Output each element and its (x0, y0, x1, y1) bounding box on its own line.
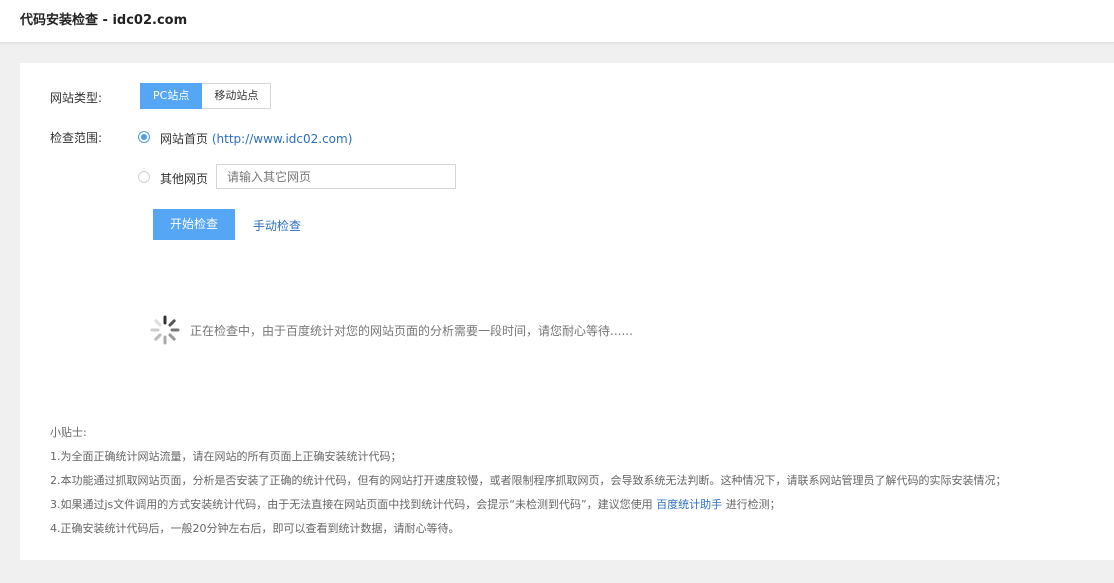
home-page-label: 网站首页 (160, 132, 209, 146)
tip-3: 3.如果通过js文件调用的方式安装统计代码，由于无法直接在网站页面中找到统计代码… (50, 496, 781, 512)
tips-title: 小贴士: (50, 426, 87, 439)
pc-site-button[interactable]: PC站点 (140, 83, 203, 109)
home-page-radio[interactable] (138, 131, 150, 143)
home-page-url: (http://www.idc02.com) (211, 132, 353, 146)
top-bar: 代码安装检查 - idc02.com (0, 0, 1114, 43)
other-page-input[interactable] (216, 164, 456, 189)
tip-4: 4.正确安装统计代码后，一般20分钟左右后，即可以查看到统计数据，请耐心等待。 (50, 522, 460, 535)
spinner-icon (150, 315, 180, 345)
tip-1: 1.为全面正确统计网站流量，请在网站的所有页面上正确安装统计代码； (50, 450, 402, 463)
page-title: 代码安装检查 - idc02.com (20, 13, 188, 28)
home-page-option: 网站首页 (http://www.idc02.com) (160, 130, 352, 147)
tip-2: 2.本功能通过抓取网站页面，分析是否安装了正确的统计代码，但有的网站打开速度较慢… (50, 474, 1007, 487)
other-page-radio[interactable] (138, 171, 150, 183)
start-check-button[interactable]: 开始检查 (153, 209, 235, 240)
other-page-label: 其他网页 (160, 172, 209, 186)
tip-3-suffix: 进行检测； (725, 498, 781, 511)
manual-check-link[interactable]: 手动检查 (253, 217, 301, 234)
scope-label: 检查范围: (50, 131, 103, 145)
site-type-toggle: PC站点 移动站点 (140, 83, 272, 109)
baidu-assistant-link[interactable]: 百度统计助手 (656, 498, 722, 511)
main-panel: 网站类型: PC站点 移动站点 检查范围: 网站首页 (http://www.i… (20, 63, 1114, 560)
mobile-site-button[interactable]: 移动站点 (202, 83, 272, 109)
loading-message: 正在检查中，由于百度统计对您的网站页面的分析需要一段时间，请您耐心等待.....… (190, 324, 633, 338)
site-type-label: 网站类型: (50, 91, 103, 105)
tip-3-text: 3.如果通过js文件调用的方式安装统计代码，由于无法直接在网站页面中找到统计代码… (50, 498, 653, 511)
